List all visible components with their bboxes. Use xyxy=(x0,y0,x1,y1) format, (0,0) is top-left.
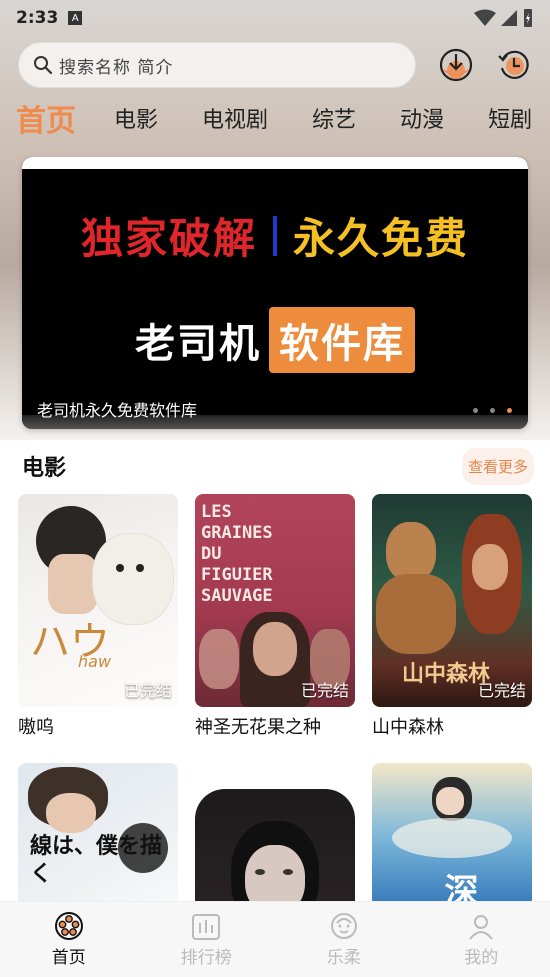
nav-mine[interactable]: 我的 xyxy=(431,911,531,968)
movie-card[interactable]: 山中森林 已完结 山中森林 xyxy=(372,494,532,739)
tab-movie[interactable]: 电影 xyxy=(114,102,158,134)
banner-dot[interactable] xyxy=(490,408,495,413)
chart-icon xyxy=(192,914,221,940)
banner-top-edge xyxy=(22,157,528,169)
banner-carousel[interactable]: 独家破解 永久免费 老司机 软件库 老司机永久免费软件库 xyxy=(22,157,528,429)
status-bar: 2:33 A xyxy=(0,0,550,36)
banner-dot-active[interactable] xyxy=(507,408,512,413)
status-time: 2:33 xyxy=(16,8,59,28)
poster-title-text: 線は、僕を描く xyxy=(30,834,163,887)
tab-short-drama[interactable]: 短剧 xyxy=(488,102,532,134)
banner-indicator xyxy=(473,408,512,413)
nav-ranking-label: 排行榜 xyxy=(180,948,232,968)
nav-lerou-label: 乐柔 xyxy=(326,948,361,968)
movie-card[interactable]: ハウ haw 已完结 嗷呜 xyxy=(18,494,178,739)
status-badge: 已完结 xyxy=(123,681,172,700)
status-badge: 已完结 xyxy=(477,681,526,700)
notification-a-icon: A xyxy=(68,11,83,25)
nav-lerou[interactable]: 乐柔 xyxy=(294,911,394,968)
movie-title[interactable]: 嗷呜 xyxy=(18,713,178,739)
banner-headline-right: 永久免费 xyxy=(293,214,470,263)
nav-home-label: 首页 xyxy=(51,948,86,968)
poster-subtitle-text: haw xyxy=(78,652,112,671)
nav-home[interactable]: 首页 xyxy=(19,911,119,968)
tab-home[interactable]: 首页 xyxy=(16,96,76,140)
signal-icon xyxy=(501,10,517,26)
movie-card[interactable]: LES GRAINES DU FIGUIER SAUVAGE 已完结 神圣无花果… xyxy=(195,494,355,739)
poster-title-text: 山中森林 xyxy=(402,662,491,687)
banner-headline: 独家破解 永久免费 xyxy=(22,205,528,266)
banner-dot[interactable] xyxy=(473,408,478,413)
movie-poster[interactable]: ハウ haw 已完结 xyxy=(18,494,178,707)
banner-brand: 老司机 软件库 xyxy=(22,307,528,373)
movie-title[interactable]: 神圣无花果之种 xyxy=(195,713,355,739)
nav-ranking[interactable]: 排行榜 xyxy=(156,911,256,968)
tab-anime[interactable]: 动漫 xyxy=(400,102,444,134)
download-icon xyxy=(439,48,473,82)
status-icons xyxy=(474,8,534,28)
category-tabs: 首页 电影 电视剧 综艺 动漫 短剧 xyxy=(16,96,550,140)
banner-caption: 老司机永久免费软件库 xyxy=(37,401,198,420)
movie-poster[interactable]: LES GRAINES DU FIGUIER SAUVAGE 已完结 xyxy=(195,494,355,707)
section-title: 电影 xyxy=(22,456,67,481)
tab-tv-series[interactable]: 电视剧 xyxy=(202,102,268,134)
banner-separator xyxy=(273,215,277,256)
tab-variety[interactable]: 综艺 xyxy=(312,102,356,134)
film-reel-icon xyxy=(54,912,83,940)
status-badge: 已完结 xyxy=(300,681,349,700)
movie-title[interactable]: 山中森林 xyxy=(372,713,532,739)
battery-icon xyxy=(524,9,532,27)
banner-brand-orange: 软件库 xyxy=(269,307,415,373)
bottom-nav: 首页 排行榜 乐柔 我的 xyxy=(0,901,550,977)
search-icon xyxy=(34,56,53,75)
search-input[interactable]: 搜索名称 简介 xyxy=(18,42,416,88)
wifi-icon xyxy=(474,9,496,26)
download-button[interactable] xyxy=(438,47,474,83)
search-row: 搜索名称 简介 xyxy=(18,42,532,88)
see-more-button[interactable]: 查看更多 xyxy=(461,447,534,485)
profile-icon xyxy=(469,915,494,940)
history-icon xyxy=(498,50,529,79)
banner-brand-white: 老司机 xyxy=(135,321,261,367)
movie-poster[interactable]: 山中森林 已完结 xyxy=(372,494,532,707)
face-icon xyxy=(330,913,357,939)
history-button[interactable] xyxy=(496,47,532,83)
movie-section-header: 电影 查看更多 xyxy=(22,446,534,486)
search-placeholder: 搜索名称 简介 xyxy=(59,57,174,78)
poster-title-text: LES GRAINES DU FIGUIER SAUVAGE xyxy=(201,502,273,606)
banner-headline-left: 独家破解 xyxy=(80,214,257,263)
nav-mine-label: 我的 xyxy=(464,948,499,968)
